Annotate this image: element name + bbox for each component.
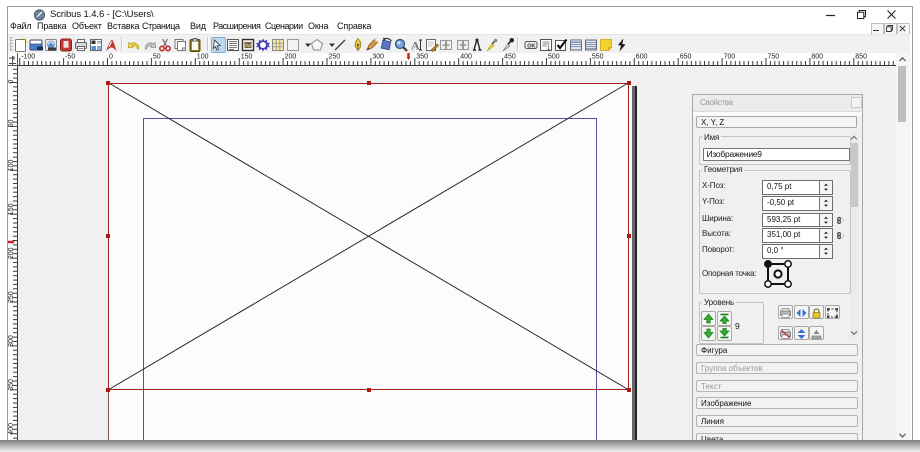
svg-text:0: 0 bbox=[8, 80, 15, 84]
svg-text:150: 150 bbox=[241, 54, 253, 61]
svg-text:550: 550 bbox=[592, 54, 604, 61]
svg-text:200: 200 bbox=[8, 247, 15, 259]
svg-text:100: 100 bbox=[8, 160, 15, 172]
svg-text:750: 750 bbox=[768, 54, 780, 61]
svg-text:800: 800 bbox=[811, 54, 823, 61]
svg-text:400: 400 bbox=[460, 54, 472, 61]
svg-text:400: 400 bbox=[8, 423, 15, 435]
svg-text:-100: -100 bbox=[21, 54, 35, 61]
svg-text:50: 50 bbox=[8, 120, 15, 128]
svg-text:100: 100 bbox=[197, 54, 209, 61]
svg-text:350: 350 bbox=[416, 54, 428, 61]
svg-text:300: 300 bbox=[8, 335, 15, 347]
svg-text:OK: OK bbox=[527, 43, 535, 49]
svg-text:50: 50 bbox=[153, 54, 161, 61]
svg-text:300: 300 bbox=[372, 54, 384, 61]
svg-text:0: 0 bbox=[109, 54, 113, 61]
svg-text:450: 450 bbox=[504, 54, 516, 61]
svg-text:600: 600 bbox=[636, 54, 648, 61]
svg-text:A: A bbox=[411, 39, 420, 53]
svg-text:850: 850 bbox=[855, 54, 867, 61]
svg-text:-50: -50 bbox=[65, 54, 75, 61]
svg-text:250: 250 bbox=[8, 291, 15, 303]
svg-text:500: 500 bbox=[548, 54, 560, 61]
svg-text:250: 250 bbox=[329, 54, 341, 61]
svg-text:350: 350 bbox=[8, 379, 15, 391]
svg-text:700: 700 bbox=[724, 54, 736, 61]
svg-text:200: 200 bbox=[285, 54, 297, 61]
svg-text:650: 650 bbox=[680, 54, 692, 61]
svg-text:150: 150 bbox=[8, 203, 15, 215]
